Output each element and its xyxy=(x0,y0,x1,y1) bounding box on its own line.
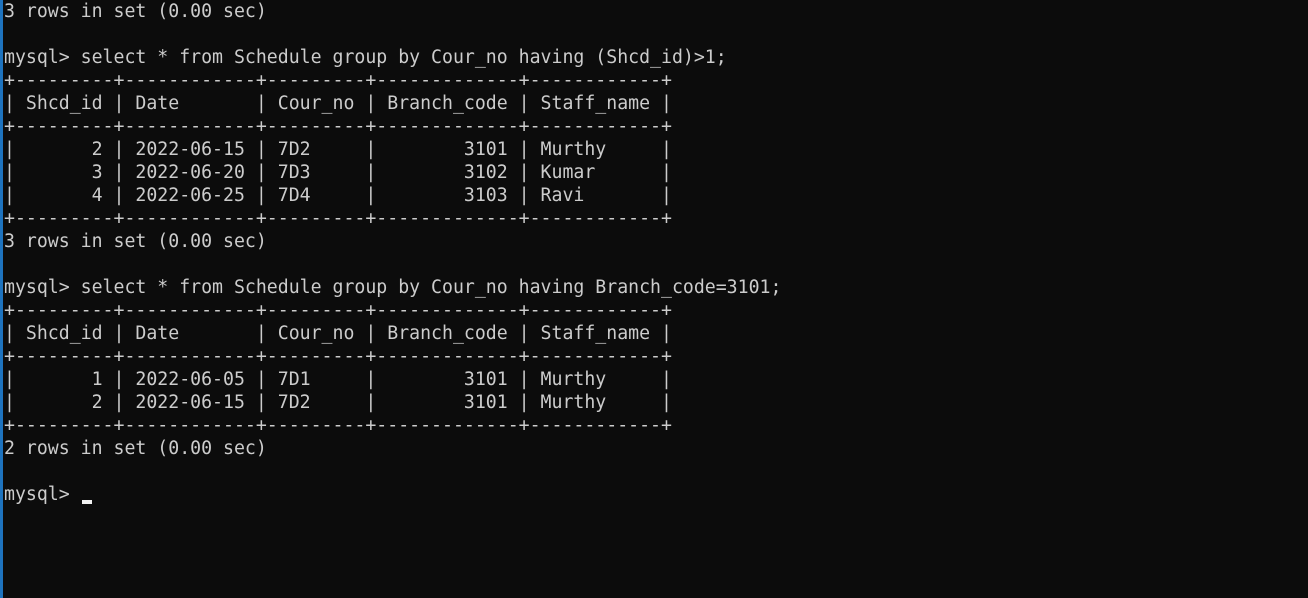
command-line: mysql> select * from Schedule group by C… xyxy=(4,277,782,298)
table-border: +---------+------------+---------+------… xyxy=(4,70,672,91)
table-row: | 2 | 2022-06-15 | 7D2 | 3101 | Murthy | xyxy=(4,139,672,160)
output-line: 3 rows in set (0.00 sec) xyxy=(4,231,267,252)
table-row: | 1 | 2022-06-05 | 7D1 | 3101 | Murthy | xyxy=(4,369,672,390)
command-line: mysql> select * from Schedule group by C… xyxy=(4,47,727,68)
table-border: +---------+------------+---------+------… xyxy=(4,208,672,229)
table-header: | Shcd_id | Date | Cour_no | Branch_code… xyxy=(4,93,672,114)
active-prompt-line[interactable]: mysql> xyxy=(4,483,1304,506)
table-border: +---------+------------+---------+------… xyxy=(4,300,672,321)
terminal-window[interactable]: 3 rows in set (0.00 sec) mysql> select *… xyxy=(0,0,1308,598)
window-edge xyxy=(0,0,3,598)
prompt-text: mysql> xyxy=(4,484,81,505)
table-border: +---------+------------+---------+------… xyxy=(4,116,672,137)
table-border: +---------+------------+---------+------… xyxy=(4,346,672,367)
table-row: | 3 | 2022-06-20 | 7D3 | 3102 | Kumar | xyxy=(4,162,672,183)
table-row: | 2 | 2022-06-15 | 7D2 | 3101 | Murthy | xyxy=(4,392,672,413)
output-line: 2 rows in set (0.00 sec) xyxy=(4,438,267,459)
table-border: +---------+------------+---------+------… xyxy=(4,415,672,436)
output-line: 3 rows in set (0.00 sec) xyxy=(4,1,267,22)
table-header: | Shcd_id | Date | Cour_no | Branch_code… xyxy=(4,323,672,344)
table-row: | 4 | 2022-06-25 | 7D4 | 3103 | Ravi | xyxy=(4,185,672,206)
text-cursor xyxy=(81,500,92,504)
terminal-output: 3 rows in set (0.00 sec) mysql> select *… xyxy=(4,0,1304,506)
